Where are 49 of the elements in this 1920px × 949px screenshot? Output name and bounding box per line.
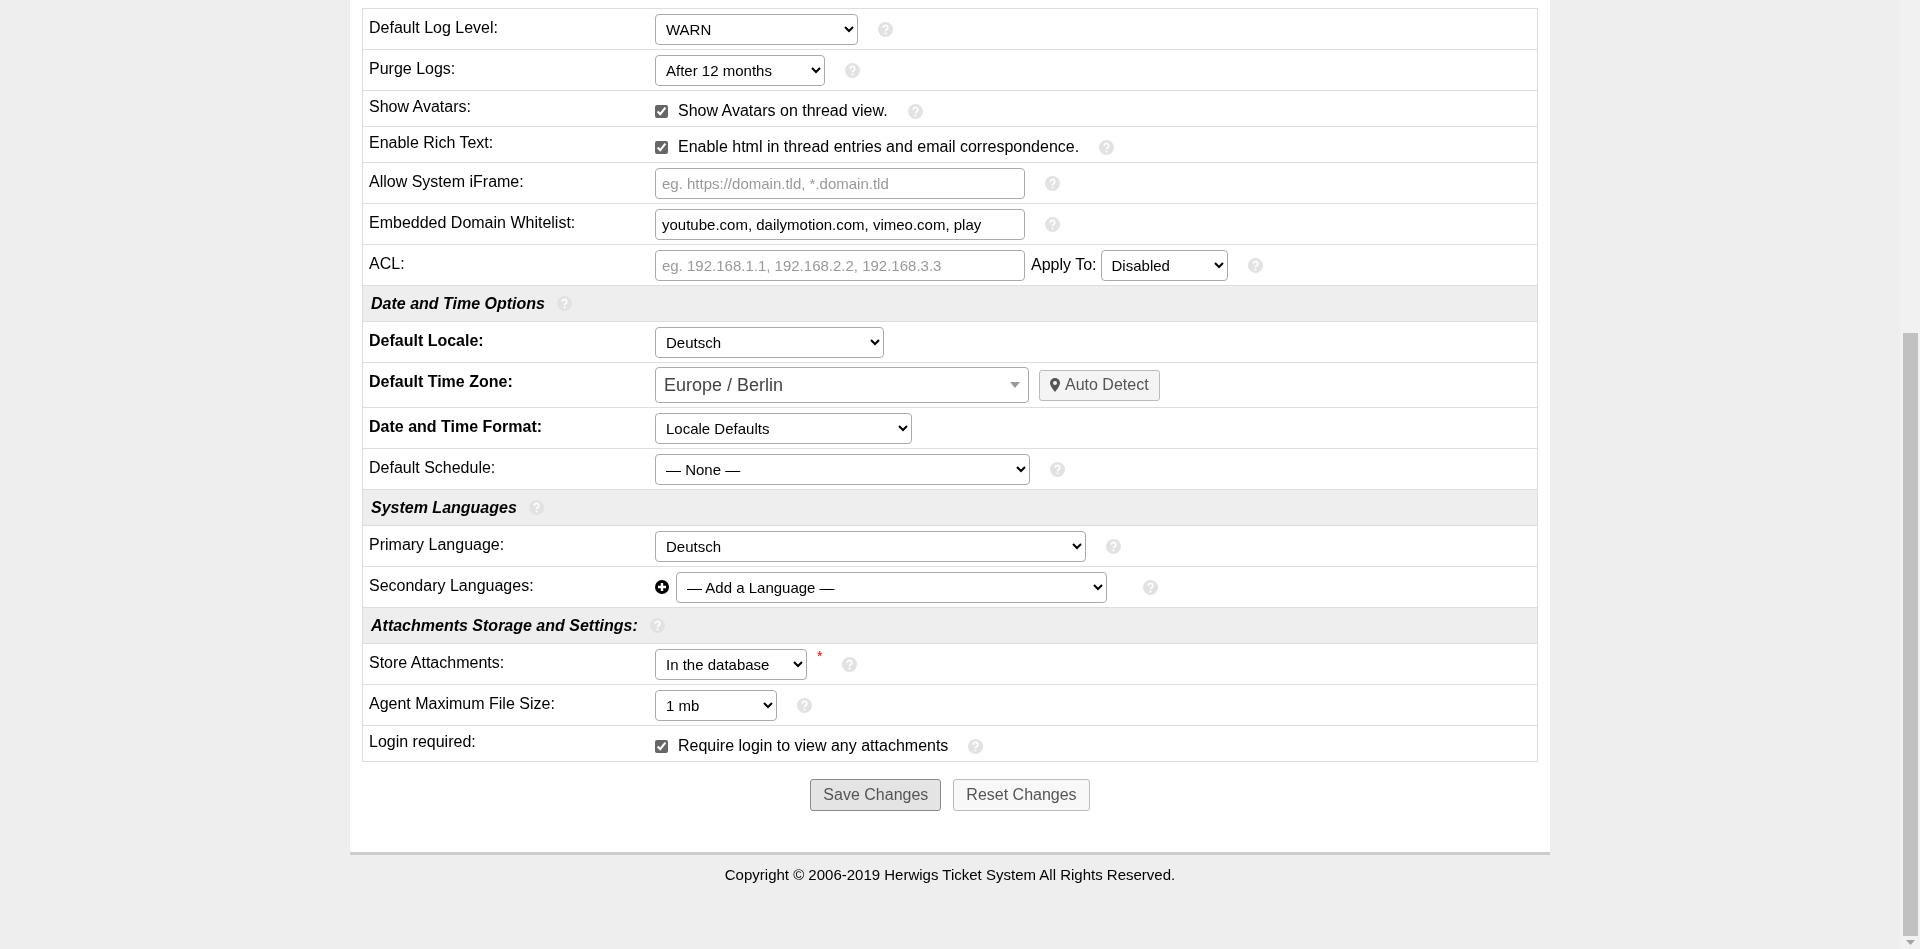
copyright-text: Copyright © 2006-2019 Herwigs Ticket System All Rights Reserved. (724, 866, 1176, 883)
caret-icon (1010, 382, 1020, 388)
section-title: System Languages (371, 498, 517, 517)
checkbox-label: Require login to view any attachments (678, 737, 949, 755)
field-label: Secondary Languages: (368, 576, 535, 596)
add-icon (655, 580, 669, 594)
dropdown-select[interactable]: — Add a Language — (676, 571, 1107, 603)
dropdown-select[interactable]: Deutsch (655, 530, 1086, 562)
field-label: Primary Language: (368, 535, 506, 555)
field-label: Agent Maximum File Size: (368, 694, 556, 714)
field-label: Default Schedule: (368, 458, 497, 478)
checkbox[interactable] (655, 739, 668, 753)
dropdown-select[interactable]: Disabled (1100, 249, 1228, 281)
checkbox-label: Show Avatars on thread view. (678, 102, 888, 120)
dropdown-select[interactable]: In the database (655, 648, 807, 680)
field-label: Default Time Zone: (368, 372, 514, 392)
checkbox-label: Enable html in thread entries and email correspondence. (678, 138, 1080, 156)
dropdown-select[interactable]: After 12 months (655, 54, 825, 86)
field-label: Enable Rich Text: (368, 133, 495, 153)
dropdown-select[interactable]: Deutsch (655, 326, 884, 358)
apply-to-label: Apply To: (1031, 256, 1097, 274)
field-label: ACL: (368, 254, 406, 274)
text-field[interactable]: eg. 192.168.1.1, 192.168.2.2, 192.168.3.3 (655, 249, 1025, 281)
field-label: Default Log Level: (368, 18, 499, 38)
field-label: Allow System iFrame: (368, 172, 525, 192)
field-label: Show Avatars: (368, 97, 472, 117)
reset-button[interactable]: Reset Changes (953, 779, 1090, 811)
dropdown-select[interactable]: WARN (655, 13, 858, 45)
text-field[interactable]: youtube.com, dailymotion.com, vimeo.com, play (655, 208, 1025, 240)
checkbox[interactable] (655, 104, 668, 118)
dropdown-select[interactable]: Locale Defaults (655, 412, 912, 444)
timezone-combobox[interactable]: Europe / Berlin (655, 367, 1029, 403)
field-label: Embedded Domain Whitelist: (368, 213, 577, 233)
field-label: Default Locale: (368, 331, 485, 351)
field-label: Date and Time Format: (368, 417, 544, 437)
map-pin-icon (1050, 378, 1060, 392)
text-field[interactable]: eg. https://domain.tld, *.domain.tld (655, 167, 1025, 199)
section-title: Attachments Storage and Settings: (371, 616, 638, 635)
field-label: Login required: (368, 732, 477, 752)
section-title: Date and Time Options (371, 294, 545, 313)
checkbox[interactable] (655, 140, 668, 154)
dropdown-select[interactable]: 1 mb (655, 689, 777, 721)
scrollbar-thumb[interactable] (1903, 333, 1918, 936)
dropdown-select[interactable]: — None — (655, 453, 1030, 485)
field-label: Purge Logs: (368, 59, 457, 79)
auto-detect-button[interactable]: Auto Detect (1039, 369, 1160, 401)
field-label: Store Attachments: (368, 653, 506, 673)
required-mark: * (817, 648, 823, 664)
save-button[interactable]: Save Changes (810, 779, 942, 811)
